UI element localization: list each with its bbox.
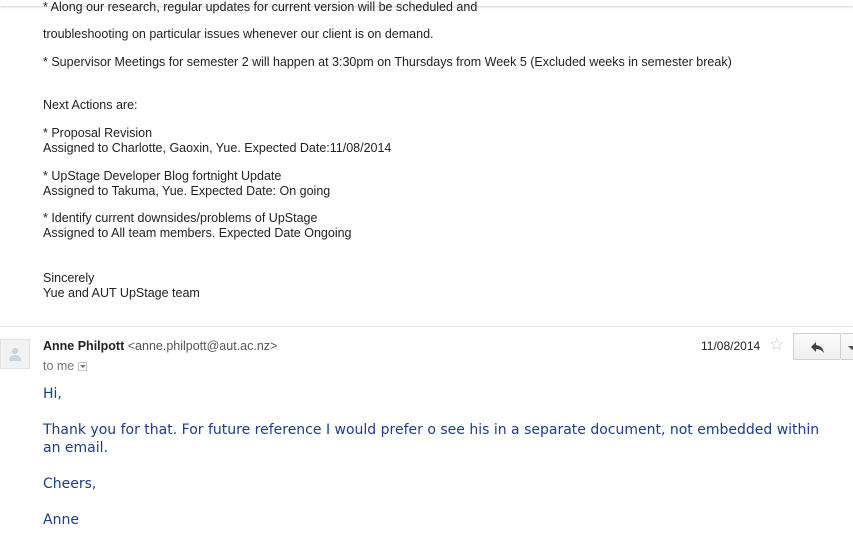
text-line: Assigned to All team members. Expected D… <box>43 226 352 240</box>
text-line: * Supervisor Meetings for semester 2 wil… <box>43 55 732 69</box>
message-date[interactable]: 11/08/2014 <box>701 339 760 353</box>
avatar[interactable] <box>0 339 30 369</box>
text-line: * UpStage Developer Blog fortnight Updat… <box>43 169 282 183</box>
text-line: Sincerely <box>43 271 95 285</box>
text-line: Assigned to Charlotte, Gaoxin, Yue. Expe… <box>43 141 392 155</box>
more-options-button[interactable] <box>841 333 853 360</box>
message-divider <box>0 326 853 327</box>
sender-email: <anne.philpott@aut.ac.nz> <box>127 339 278 353</box>
text-line: * Along our research, regular updates fo… <box>43 0 478 14</box>
text-line: troubleshooting on particular issues whe… <box>43 27 434 41</box>
recipient-details: to me <box>43 359 88 373</box>
sender-name[interactable]: Anne Philpott <box>43 339 124 353</box>
show-details-dropdown[interactable] <box>78 362 88 371</box>
text-line: Yue and AUT UpStage team <box>43 286 200 300</box>
text-line: * Identify current downsides/problems of… <box>43 211 318 225</box>
recipient-label: to me <box>43 359 75 373</box>
reply-icon <box>811 342 824 353</box>
sender: Anne Philpott <anne.philpott@aut.ac.nz> <box>43 339 277 353</box>
message-paragraph: Thank you for that. For future reference… <box>43 422 820 456</box>
message-greeting: Hi, <box>43 386 62 402</box>
message-closing: Cheers, <box>43 476 97 492</box>
person-icon <box>9 347 21 361</box>
text-line: Next Actions are: <box>43 98 138 112</box>
text-line: * Proposal Revision <box>43 126 153 140</box>
message-signature: Anne <box>43 512 79 528</box>
reply-button[interactable] <box>793 333 841 360</box>
text-line: Assigned to Takuma, Yue. Expected Date: … <box>43 184 331 198</box>
star-icon[interactable]: ☆ <box>769 335 784 355</box>
